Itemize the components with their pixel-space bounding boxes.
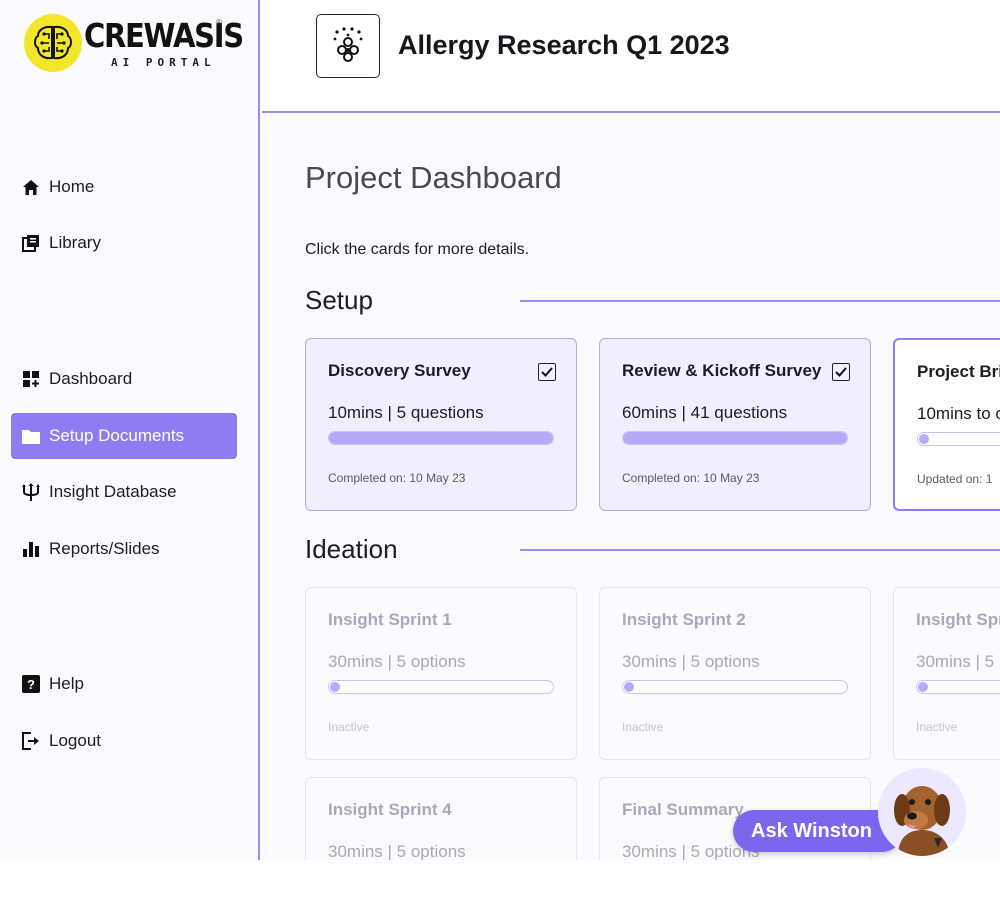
card-title: Review & Kickoff Survey xyxy=(622,361,822,380)
card-meta: 60mins | 41 questions xyxy=(622,403,788,422)
sidebar-item-reports-slides[interactable]: Reports/Slides xyxy=(11,526,237,572)
section-divider xyxy=(520,549,1000,551)
card-status: Updated on: 1 xyxy=(917,472,993,486)
card-status: Completed on: 10 May 23 xyxy=(622,471,760,485)
sidebar-item-label: Insight Database xyxy=(49,482,177,501)
progress-bar xyxy=(622,680,848,694)
sidebar-item-insight-database[interactable]: Insight Database xyxy=(11,469,237,515)
sidebar-item-label: Setup Documents xyxy=(49,426,185,445)
library-icon xyxy=(21,233,41,253)
sidebar-item-label: Dashboard xyxy=(49,369,133,388)
card-title: Insight Sprint 2 xyxy=(622,610,746,629)
section-title-ideation: Ideation xyxy=(305,534,398,564)
card-meta: 30mins | 5 options xyxy=(328,842,466,860)
svg-text:?: ? xyxy=(27,677,35,692)
project-title: Allergy Research Q1 2023 xyxy=(398,30,730,60)
sidebar-item-library[interactable]: Library xyxy=(11,220,237,266)
card-review-kickoff-survey[interactable]: Review & Kickoff Survey 60mins | 41 ques… xyxy=(599,338,871,511)
card-meta: 10mins to c xyxy=(917,404,1000,423)
main-content: Project Dashboard Click the cards for mo… xyxy=(262,115,1000,860)
card-title: Insight Sprint 1 xyxy=(328,610,452,629)
sidebar-item-label: Reports/Slides xyxy=(49,539,160,558)
project-header: Allergy Research Q1 2023 xyxy=(262,0,1000,113)
checkbox-checked-icon xyxy=(832,363,850,381)
logout-icon xyxy=(21,731,41,751)
card-title: Discovery Survey xyxy=(328,361,471,380)
sidebar-item-label: Home xyxy=(49,177,95,196)
section-title-setup: Setup xyxy=(305,285,373,315)
brand-subtitle: AI PORTAL xyxy=(111,56,216,69)
card-status: Inactive xyxy=(916,720,958,734)
sidebar-item-setup-documents[interactable]: Setup Documents xyxy=(11,413,237,459)
card-insight-sprint-1[interactable]: Insight Sprint 1 30mins | 5 options Inac… xyxy=(305,587,577,760)
brain-icon xyxy=(24,14,82,72)
sidebar-item-label: Library xyxy=(49,233,101,252)
dashboard-icon xyxy=(21,369,41,389)
section-divider xyxy=(520,300,1000,302)
brand-logo[interactable]: CREWASIS ® AI PORTAL xyxy=(24,14,244,74)
home-icon xyxy=(21,177,41,197)
card-status: Completed on: 10 May 23 xyxy=(328,471,466,485)
card-meta: 10mins | 5 questions xyxy=(328,403,484,422)
progress-bar xyxy=(328,431,554,445)
progress-bar xyxy=(622,431,848,445)
card-insight-sprint-2[interactable]: Insight Sprint 2 30mins | 5 options Inac… xyxy=(599,587,871,760)
card-status: Inactive xyxy=(622,720,664,734)
card-project-brief[interactable]: Project Bri 10mins to c Updated on: 1 xyxy=(893,338,1000,511)
sidebar-item-dashboard[interactable]: Dashboard xyxy=(11,356,237,402)
sidebar-item-label: Logout xyxy=(49,731,101,750)
checkbox-checked-icon xyxy=(538,363,556,381)
app-frame: CREWASIS ® AI PORTAL Home Library Dashbo… xyxy=(0,0,1000,860)
card-title: Insight Sprint 4 xyxy=(328,800,452,819)
page-hint: Click the cards for more details. xyxy=(305,241,530,258)
dog-avatar-icon[interactable] xyxy=(878,768,966,856)
page-title: Project Dashboard xyxy=(305,160,562,195)
card-insight-sprint-4[interactable]: Insight Sprint 4 30mins | 5 options xyxy=(305,777,577,860)
allergen-icon xyxy=(316,14,380,78)
sidebar-item-logout[interactable]: Logout xyxy=(11,718,237,764)
bar-chart-icon xyxy=(21,539,41,559)
card-title: Insight Spr xyxy=(916,610,1000,629)
sidebar-item-label: Help xyxy=(49,674,84,693)
card-title: Project Bri xyxy=(917,362,1000,381)
fork-icon xyxy=(21,482,41,502)
progress-bar xyxy=(917,432,1000,446)
folder-icon xyxy=(21,426,41,446)
card-insight-sprint-3[interactable]: Insight Spr 30mins | 5 Inactive xyxy=(893,587,1000,760)
card-meta: 30mins | 5 options xyxy=(328,652,466,671)
brand-reg-mark: ® xyxy=(216,18,222,27)
sidebar-item-help[interactable]: ? Help xyxy=(11,661,237,707)
card-meta: 30mins | 5 xyxy=(916,652,995,671)
sidebar-item-home[interactable]: Home xyxy=(11,164,237,210)
help-icon: ? xyxy=(21,674,41,694)
card-discovery-survey[interactable]: Discovery Survey 10mins | 5 questions Co… xyxy=(305,338,577,511)
card-status: Inactive xyxy=(328,720,370,734)
progress-bar xyxy=(916,680,1000,694)
card-meta: 30mins | 5 options xyxy=(622,652,760,671)
progress-bar xyxy=(328,680,554,694)
sidebar: CREWASIS ® AI PORTAL Home Library Dashbo… xyxy=(0,0,260,860)
